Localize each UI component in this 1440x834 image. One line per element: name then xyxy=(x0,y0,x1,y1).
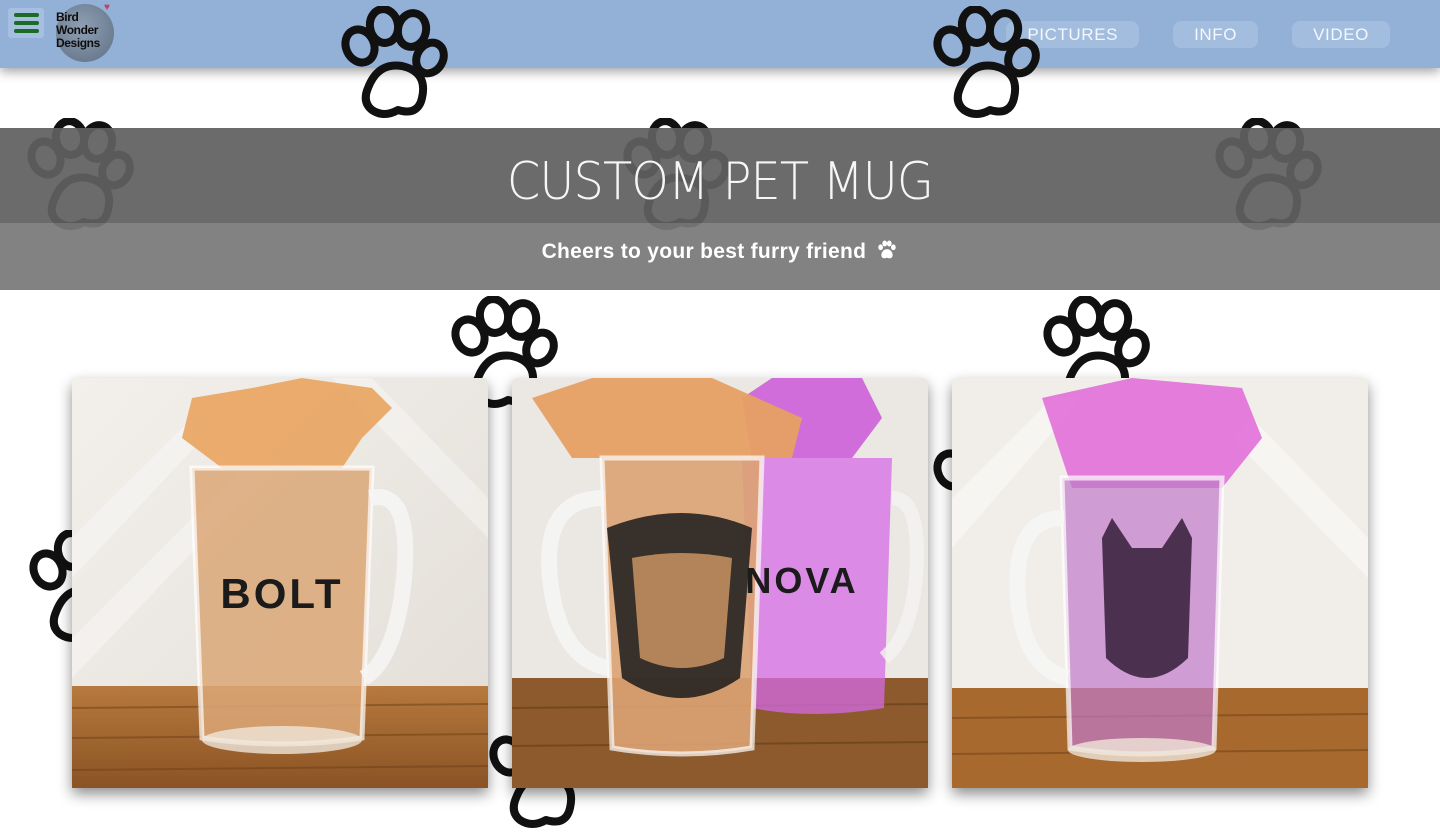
mug-photo: BOLT xyxy=(72,378,488,788)
heart-icon: ♥ xyxy=(104,2,110,13)
gallery-photo-bolt-mug[interactable]: BOLT xyxy=(72,378,488,788)
svg-text:BOLT: BOLT xyxy=(220,570,343,617)
gallery-photo-cat-mug[interactable] xyxy=(952,378,1368,788)
paw-print-icon xyxy=(338,6,450,124)
mug-photo: NOVA xyxy=(512,378,928,788)
subtitle-text: Cheers to your best furry friend xyxy=(541,240,867,263)
page-subtitle: Cheers to your best furry friend xyxy=(0,240,1440,264)
svg-text:NOVA: NOVA xyxy=(745,560,858,601)
nav-link-info[interactable]: INFO xyxy=(1173,21,1259,48)
page-title: CUSTOM PET MUG xyxy=(506,152,934,212)
hero-banner: CUSTOM PET MUG Cheers to your best furry… xyxy=(0,128,1440,290)
brand-logo[interactable]: Bird Wonder Designs ♥ xyxy=(54,2,116,62)
nav-links: PICTURES INFO VIDEO xyxy=(1006,21,1390,48)
paw-print-icon xyxy=(930,6,1042,124)
top-navbar: Bird Wonder Designs ♥ PICTURES INFO VIDE… xyxy=(0,0,1440,68)
paw-icon xyxy=(878,240,897,259)
mug-photo xyxy=(952,378,1368,788)
gallery-photo-nova-mug[interactable]: NOVA xyxy=(512,378,928,788)
hamburger-menu-icon[interactable] xyxy=(8,8,44,38)
logo-text: Bird Wonder Designs xyxy=(56,10,100,50)
nav-link-video[interactable]: VIDEO xyxy=(1292,21,1390,48)
mug-gallery: BOLT NOVA xyxy=(72,378,1368,788)
